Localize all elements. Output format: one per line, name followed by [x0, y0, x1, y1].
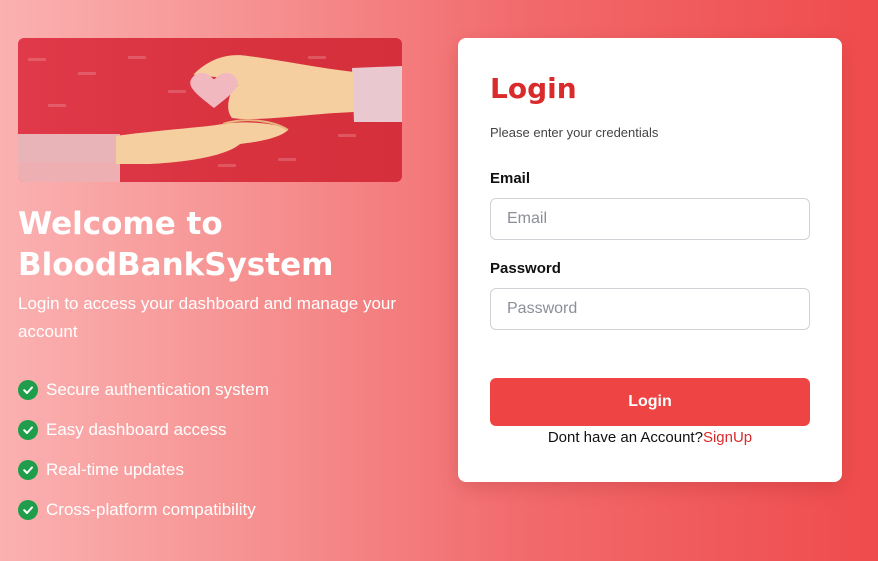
login-title: Login — [490, 72, 577, 105]
welcome-title: Welcome to BloodBankSystem — [18, 206, 334, 283]
feature-item: Cross-platform compatibility — [18, 490, 269, 530]
feature-label: Real-time updates — [46, 460, 184, 479]
hero-image-hands-heart — [18, 38, 402, 182]
check-circle-icon — [18, 460, 38, 480]
email-label: Email — [490, 170, 531, 187]
login-button[interactable]: Login — [490, 378, 810, 426]
signup-link[interactable]: SignUp — [703, 429, 752, 446]
password-input[interactable] — [490, 288, 810, 330]
feature-item: Secure authentication system — [18, 370, 269, 410]
feature-item: Real-time updates — [18, 450, 269, 490]
feature-label: Secure authentication system — [46, 380, 270, 399]
check-circle-icon — [18, 380, 38, 400]
email-input[interactable] — [490, 198, 810, 240]
feature-list: Secure authentication system Easy dashbo… — [18, 370, 269, 530]
feature-item: Easy dashboard access — [18, 410, 269, 450]
feature-label: Cross-platform compatibility — [46, 500, 256, 519]
login-card: Login Please enter your credentials Emai… — [458, 38, 842, 482]
feature-label: Easy dashboard access — [46, 420, 227, 439]
signup-row: Dont have an Account?SignUp — [458, 429, 842, 446]
login-subtitle: Please enter your credentials — [490, 125, 659, 140]
check-circle-icon — [18, 500, 38, 520]
welcome-subtitle: Login to access your dashboard and manag… — [18, 294, 397, 341]
signup-prompt: Dont have an Account? — [547, 429, 703, 446]
password-label: Password — [490, 260, 561, 277]
check-circle-icon — [18, 420, 38, 440]
